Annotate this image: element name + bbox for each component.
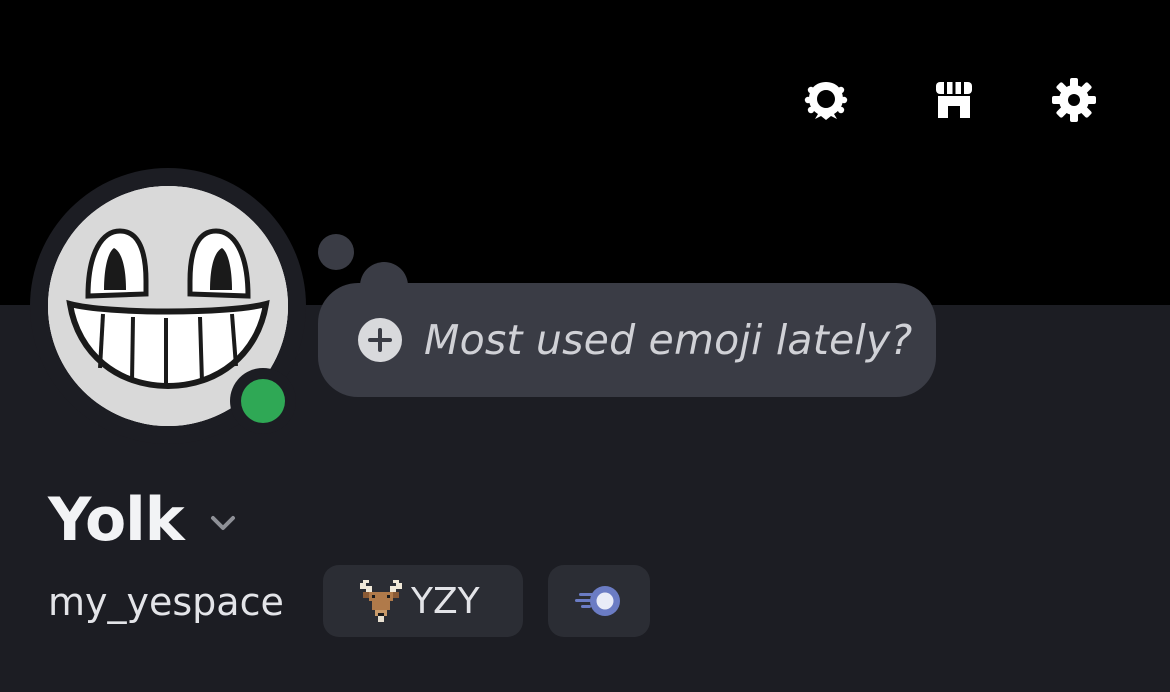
shop-icon[interactable] <box>926 72 982 128</box>
nitro-boost-badge[interactable] <box>548 565 650 637</box>
display-name-row[interactable]: Yolk <box>48 482 240 558</box>
guild-tag-badge[interactable]: YZY <box>323 565 523 637</box>
chevron-down-icon[interactable] <box>206 506 240 540</box>
settings-gear-icon[interactable] <box>1046 72 1102 128</box>
guild-tag-label: YZY <box>411 580 480 622</box>
status-indicator <box>230 368 296 434</box>
display-name: Yolk <box>48 485 185 555</box>
username: my_yespace <box>48 580 284 624</box>
custom-status-bubble[interactable]: Most used emoji lately? <box>318 283 936 397</box>
avatar-container[interactable] <box>30 168 306 444</box>
goat-icon <box>360 580 402 622</box>
add-icon[interactable] <box>358 318 402 362</box>
nitro-laurel-icon[interactable] <box>798 72 854 128</box>
header-actions <box>0 72 1170 128</box>
online-status-dot <box>241 379 285 423</box>
nitro-boost-icon <box>575 586 620 616</box>
status-placeholder: Most used emoji lately? <box>424 316 913 364</box>
thought-bubble-dot-small <box>318 234 354 270</box>
profile-page: Most used emoji lately? Yolk my_yespace … <box>0 0 1170 692</box>
